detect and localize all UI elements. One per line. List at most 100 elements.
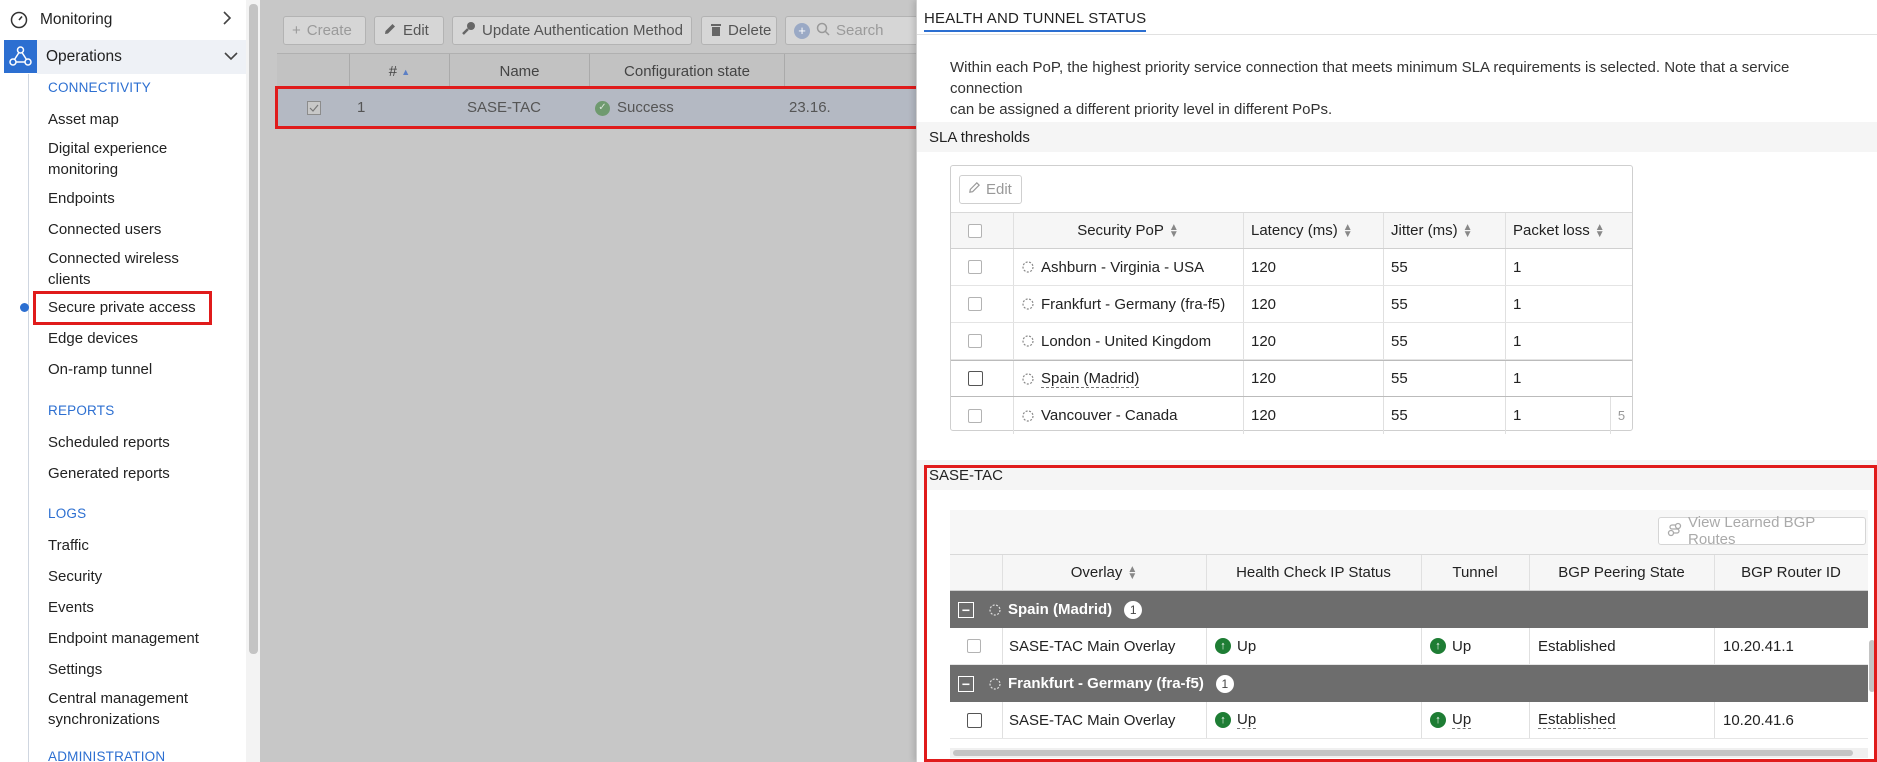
header-latency[interactable]: Latency (ms) ▲ ▼ — [1251, 213, 1353, 248]
header-jitter[interactable]: Jitter (ms) ▲ ▼ — [1391, 213, 1473, 248]
operations-icon[interactable] — [4, 40, 37, 73]
pop-cell: Ashburn - Virginia - USA — [1021, 249, 1204, 285]
section-connectivity: CONNECTIVITY — [48, 80, 151, 95]
jitter-value: 55 — [1391, 332, 1408, 350]
speedometer-icon — [6, 8, 32, 32]
trash-icon — [710, 22, 722, 40]
nav-connected-wireless-clients[interactable]: Connected wireless clients — [48, 248, 179, 290]
table-row[interactable]: Vancouver - Canada 120 55 1 5 — [951, 397, 1632, 434]
nav-monitoring[interactable]: Monitoring — [0, 3, 240, 37]
nav-connected-users[interactable]: Connected users — [48, 219, 161, 240]
nav-dem-line-2: monitoring — [48, 161, 119, 178]
pop-cell: Vancouver - Canada — [1021, 397, 1177, 434]
nav-digital-experience-monitoring[interactable]: Digital experience monitoring — [48, 138, 167, 180]
create-button[interactable]: + Create — [283, 16, 366, 45]
add-filter-icon: + — [794, 22, 810, 39]
row-checkbox[interactable] — [968, 323, 982, 359]
nav-security[interactable]: Security — [48, 566, 102, 587]
packet-loss-value: 1 — [1513, 258, 1522, 276]
nav-events[interactable]: Events — [48, 597, 94, 618]
packet-loss-value: 1 — [1513, 370, 1522, 387]
packet-loss-value: 1 — [1513, 407, 1522, 424]
latency-value: 120 — [1251, 332, 1277, 350]
header-packet-loss[interactable]: Packet loss ▲ ▼ — [1513, 213, 1605, 248]
nav-settings[interactable]: Settings — [48, 659, 102, 680]
section-reports: REPORTS — [48, 403, 115, 418]
active-indicator-dot — [20, 303, 29, 312]
header-number-label: # — [388, 63, 398, 80]
row-checkbox[interactable] — [968, 361, 983, 396]
sla-edit-button[interactable]: Edit — [959, 175, 1022, 204]
header-name[interactable]: Name — [450, 54, 590, 90]
nav-edge-devices[interactable]: Edge devices — [48, 328, 138, 349]
drawer-description: Within each PoP, the highest priority se… — [950, 57, 1860, 120]
header-security-pop-label: Security PoP — [1077, 222, 1164, 239]
pop-name[interactable]: Spain (Madrid) — [1041, 370, 1140, 388]
jitter-value: 55 — [1391, 370, 1408, 387]
sla-section-header: SLA thresholds — [917, 122, 1877, 152]
header-configuration-state[interactable]: Configuration state — [590, 54, 785, 90]
header-security-pop[interactable]: Security PoP ▲ ▼ — [1013, 213, 1243, 248]
chevron-down-icon — [224, 48, 238, 66]
table-row[interactable]: Frankfurt - Germany (fra-f5) 120 55 1 — [951, 286, 1632, 323]
pop-icon — [1021, 297, 1035, 311]
nav-scheduled-reports[interactable]: Scheduled reports — [48, 432, 170, 453]
highlight-secure-private-access — [33, 291, 212, 325]
create-label: Create — [306, 22, 352, 39]
table-row-hovered[interactable]: Spain (Madrid) 120 55 1 — [951, 360, 1632, 397]
pop-name: Vancouver - Canada — [1041, 407, 1178, 424]
nav-cwc-line-1: Connected wireless — [48, 250, 179, 267]
plus-icon: + — [292, 22, 301, 39]
pencil-icon — [968, 181, 981, 198]
header-latency-label: Latency (ms) — [1251, 222, 1338, 239]
edit-button[interactable]: Edit — [374, 16, 444, 45]
pop-icon — [1021, 260, 1035, 274]
latency-value: 120 — [1251, 295, 1277, 313]
drawer-title-divider — [917, 34, 1877, 35]
header-number[interactable]: # ▲ — [350, 54, 450, 90]
nav-generated-reports[interactable]: Generated reports — [48, 463, 170, 484]
sort-asc-icon: ▲ — [401, 67, 411, 77]
pop-name: Frankfurt - Germany (fra-f5) — [1041, 295, 1226, 313]
sidebar: Monitoring Operations CONNECTIVITY Asset… — [0, 0, 246, 762]
pop-icon — [1021, 334, 1035, 348]
row-checkbox[interactable] — [968, 249, 982, 285]
update-authentication-method-button[interactable]: Update Authentication Method — [452, 16, 692, 45]
sort-icon: ▲ ▼ — [1342, 221, 1353, 240]
table-row[interactable]: Ashburn - Virginia - USA 120 55 1 — [951, 249, 1632, 286]
sla-table-header: Security PoP ▲ ▼ Latency (ms) ▲ ▼ Jitter (ms… — [951, 212, 1632, 249]
search-input[interactable]: + Search — [785, 16, 916, 45]
delete-button[interactable]: Delete — [701, 16, 777, 45]
nav-central-management-synchronizations[interactable]: Central management synchronizations — [48, 688, 188, 730]
nav-endpoints[interactable]: Endpoints — [48, 188, 115, 209]
latency-value: 120 — [1251, 258, 1277, 276]
header-packet-loss-label: Packet loss — [1513, 222, 1590, 239]
row-checkbox[interactable] — [968, 286, 982, 322]
nav-monitoring-label: Monitoring — [40, 11, 113, 28]
nav-on-ramp-tunnel[interactable]: On-ramp tunnel — [48, 359, 152, 380]
pop-name: London - United Kingdom — [1041, 332, 1212, 350]
table-row[interactable]: London - United Kingdom 120 55 1 — [951, 323, 1632, 360]
chevron-right-icon — [222, 10, 232, 30]
highlight-selected-row — [275, 86, 920, 129]
key-icon — [461, 21, 476, 40]
sidebar-scrollbar[interactable] — [249, 4, 258, 654]
sla-select-all-checkbox[interactable] — [968, 213, 982, 248]
table-header: # ▲ Name Configuration state — [277, 53, 927, 90]
sla-thresholds-panel: Edit Security PoP ▲ ▼ Latency (ms) ▲ ▼ Jitte… — [950, 165, 1633, 434]
jitter-value: 55 — [1391, 258, 1408, 276]
section-logs: LOGS — [48, 506, 87, 521]
sort-icon: ▲ ▼ — [1594, 221, 1605, 240]
drawer-title: HEALTH AND TUNNEL STATUS — [924, 10, 1147, 32]
pencil-icon — [383, 22, 397, 40]
sla-edit-label: Edit — [986, 181, 1012, 198]
row-checkbox[interactable] — [968, 397, 982, 434]
update-authentication-label: Update Authentication Method — [482, 22, 683, 39]
pop-icon — [1021, 372, 1035, 386]
nav-asset-map[interactable]: Asset map — [48, 109, 119, 130]
section-administration: ADMINISTRATION — [48, 749, 166, 762]
nav-traffic[interactable]: Traffic — [48, 535, 89, 556]
nav-operations[interactable]: Operations — [37, 40, 246, 74]
nav-endpoint-management[interactable]: Endpoint management — [48, 628, 199, 649]
jitter-value: 55 — [1391, 295, 1408, 313]
